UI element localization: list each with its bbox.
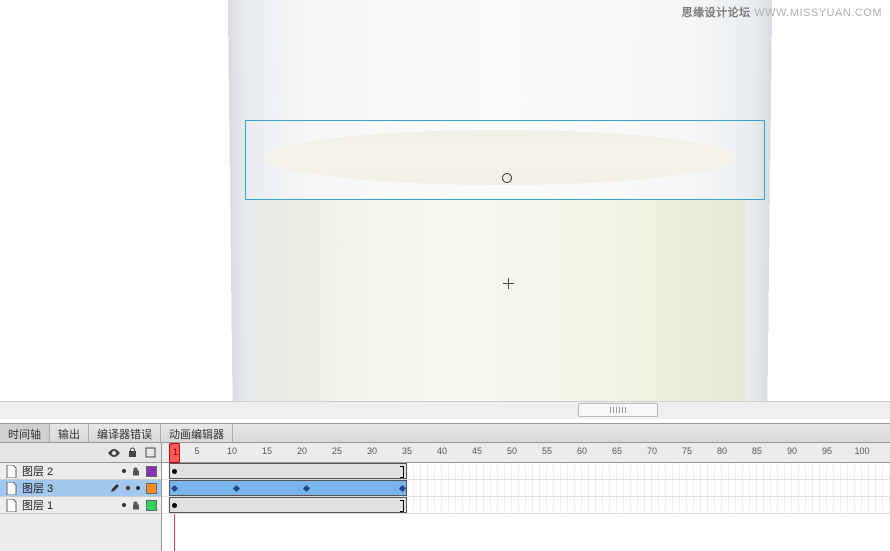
ruler-number: 45 [472,446,482,456]
keyframe[interactable] [172,503,177,508]
ruler-number: 15 [262,446,272,456]
visibility-dot[interactable] [122,503,126,507]
layers-column: 图层 2 图层 3 [0,443,162,551]
ruler-number: 20 [297,446,307,456]
watermark-url: WWW.MISSYUAN.COM [754,7,882,19]
ruler-number: 60 [577,446,587,456]
horizontal-scrollbar[interactable] [0,401,890,419]
ruler-number: 25 [332,446,342,456]
layer-color-swatch[interactable] [146,500,157,511]
lock-icon[interactable] [125,446,139,460]
frames-column[interactable]: 1 5 10 15 20 25 30 35 40 45 50 55 60 65 70 75 80 85 90 95 1… [162,443,890,551]
layers-header [0,443,161,463]
ruler-number: 70 [647,446,657,456]
tab-output[interactable]: 输出 [50,424,89,442]
timeline-body: 图层 2 图层 3 [0,443,890,551]
frame-row[interactable] [162,463,890,480]
layer-toggles [122,500,161,511]
visibility-dot[interactable] [122,469,126,473]
ruler-number: 30 [367,446,377,456]
ruler-number: 5 [194,446,199,456]
layer-color-swatch[interactable] [146,466,157,477]
page-icon [6,465,18,477]
layer-row[interactable]: 图层 1 [0,497,161,514]
layer-toggles [122,466,161,477]
layer-row[interactable]: 图层 2 [0,463,161,480]
tween-keyframe[interactable] [171,485,178,492]
ruler-number: 55 [542,446,552,456]
keyframe[interactable] [172,469,177,474]
frame-span-end [400,500,404,512]
frame-span[interactable] [169,497,407,513]
frame-span[interactable] [169,463,407,479]
ruler-number: 80 [717,446,727,456]
layer-row[interactable]: 图层 3 [0,480,161,497]
lock-dot[interactable] [136,486,140,490]
transform-origin-marker[interactable] [502,173,512,183]
frames-body [162,463,890,514]
layer-name: 图层 1 [22,497,122,513]
lock-icon[interactable] [132,467,140,476]
layer-color-swatch[interactable] [146,483,157,494]
ruler-number: 10 [227,446,237,456]
playhead-frame: 1 [173,447,178,457]
page-icon [6,482,18,494]
ruler-number: 75 [682,446,692,456]
pencil-icon [108,481,122,495]
frame-ruler[interactable]: 1 5 10 15 20 25 30 35 40 45 50 55 60 65 70 75 80 85 90 95 1… [162,443,890,463]
page-icon [6,499,18,511]
tween-span[interactable] [169,480,407,496]
visibility-dot[interactable] [126,486,130,490]
tween-keyframe[interactable] [303,485,310,492]
ruler-number: 95 [822,446,832,456]
frame-span-end [400,466,404,478]
frame-row[interactable] [162,480,890,497]
layer-toggles [126,483,161,494]
watermark-brand: 思缘设计论坛 [682,7,751,19]
liquid-body [255,200,745,410]
canvas-stage[interactable]: 思缘设计论坛 WWW.MISSYUAN.COM [0,0,890,423]
lock-icon[interactable] [132,501,140,510]
tab-timeline[interactable]: 时间轴 [0,424,50,442]
tab-motion-editor[interactable]: 动画编辑器 [161,424,233,442]
tween-keyframe[interactable] [399,485,406,492]
panel-tabs: 时间轴 输出 编译器错误 动画编辑器 [0,424,890,443]
layer-name: 图层 2 [22,463,122,479]
tab-compiler-errors[interactable]: 编译器错误 [89,424,161,442]
watermark-text: 思缘设计论坛 WWW.MISSYUAN.COM [682,4,882,20]
outline-icon[interactable] [143,446,157,460]
selection-bounding-box[interactable] [245,120,765,200]
ruler-number: 90 [787,446,797,456]
tween-keyframe[interactable] [233,485,240,492]
playhead[interactable]: 1 [169,443,180,463]
ruler-number: 65 [612,446,622,456]
ruler-number: 100 [854,446,869,456]
ruler-number: 35 [402,446,412,456]
layer-name: 图层 3 [22,480,106,496]
frame-row[interactable] [162,497,890,514]
eye-icon[interactable] [107,446,121,460]
registration-cross [508,278,509,289]
scroll-thumb[interactable] [578,403,658,417]
ruler-number: 50 [507,446,517,456]
ruler-number: 85 [752,446,762,456]
ruler-number: 40 [437,446,447,456]
timeline-panel: 时间轴 输出 编译器错误 动画编辑器 图层 2 [0,423,890,550]
